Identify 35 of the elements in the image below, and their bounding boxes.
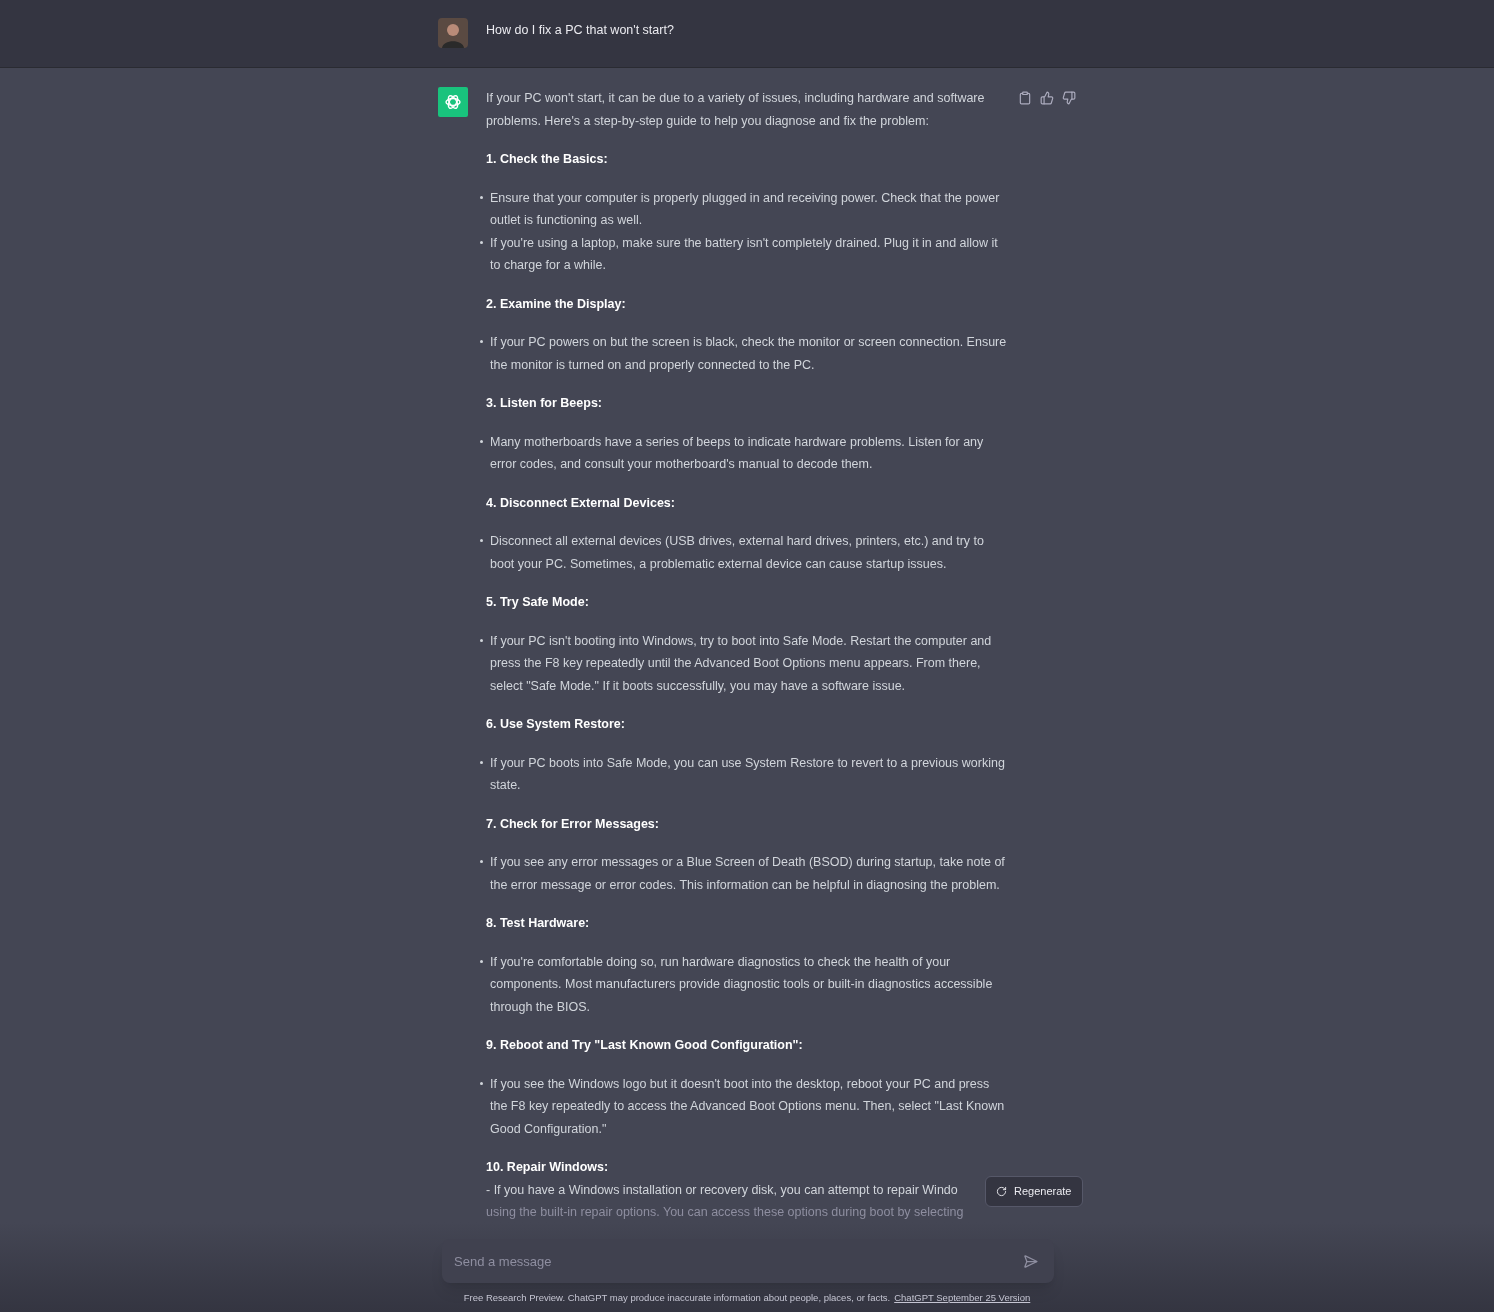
bullet-text: If you see any error messages or a Blue Screen of Death (BSOD) during startup, take note of the error message or error codes. This information can be helpful in diagnosing the problem. <box>490 854 1006 894</box>
section-heading: 5. Try Safe Mode: <box>486 594 590 611</box>
regenerate-button[interactable]: Regenerate <box>985 1176 1083 1207</box>
bullet-text: If your PC isn't booting into Windows, try to boot into Safe Mode. Restart the computer and press the F8 key repeatedly until the Advanced Boot Options menu appears. From there, select "Safe Mode." If it boots successfully, you may have a software issue. <box>490 632 993 695</box>
intro-paragraph: If your PC won't start, it can be due to a variety of issues, including hardware and software problems. Here's a step-by-step guide to help you diagnose and fix the problem: <box>486 90 986 130</box>
thumbs-up-icon[interactable] <box>1040 91 1054 105</box>
bullet-text: If you're comfortable doing so, run hardware diagnostics to check the health of your components. Most manufacturers provide diagnostic tools or built-in diagnostics accessible through the BIOS. <box>490 953 994 1016</box>
avatar-icon <box>438 18 468 48</box>
bullet-text: Disconnect all external devices (USB drives, external hard drives, printers, etc.) and try to boot your PC. Sometimes, a problematic external device can cause startup issues. <box>490 533 985 573</box>
section-heading: 8. Test Hardware: <box>486 915 591 932</box>
message-input[interactable]: Send a message <box>442 1239 1054 1283</box>
thumbs-down-icon[interactable] <box>1062 91 1076 105</box>
response-text-line: - If you have a Windows installation or recovery disk, you can attempt to repair Windo <box>486 1181 958 1199</box>
copy-icon[interactable] <box>1018 91 1032 105</box>
bullet-text: If you're using a laptop, make sure the battery isn't completely drained. Plug it in and allow it to charge for a while. <box>490 234 999 274</box>
disclaimer-text: Free Research Preview. ChatGPT may produce inaccurate information about people, places, or facts. <box>463 1291 891 1305</box>
section-heading: 7. Check for Error Messages: <box>486 815 660 833</box>
section-heading: 6. Use System Restore: <box>486 716 626 733</box>
section-heading: 1. Check the Basics: <box>486 151 609 168</box>
section-heading: 10. Repair Windows: <box>486 1159 610 1176</box>
bullet-text: Ensure that your computer is properly plugged in and receiving power. Check that the power outlet is functioning as well. <box>490 189 1001 229</box>
section-heading: 3. Listen for Beeps: <box>486 395 603 412</box>
section-heading: 2. Examine the Display: <box>486 295 627 313</box>
bullet-text: Many motherboards have a series of beeps to indicate hardware problems. Listen for any error codes, and consult your motherboard's manual to decode them. <box>490 433 985 473</box>
section-heading: 9. Reboot and Try "Last Known Good Configuration": <box>486 1037 804 1054</box>
section-heading: 4. Disconnect External Devices: <box>486 494 676 512</box>
version-link[interactable]: ChatGPT September 25 Version <box>894 1291 1031 1306</box>
assistant-logo-icon <box>438 87 468 117</box>
bullet-text: If your PC powers on but the screen is black, check the monitor or screen connection. Ensure the monitor is turned on and properly connected to the PC. <box>490 334 1008 374</box>
bullet-text: If your PC boots into Safe Mode, you can use System Restore to revert to a previous working state. <box>490 754 1006 794</box>
refresh-icon <box>996 1186 1007 1197</box>
user-message: How do I fix a PC that won't start? <box>486 22 674 39</box>
bullet-text: If you see the Windows logo but it doesn't boot into the desktop, reboot your PC and press the F8 key repeatedly to access the Advanced Boot Options menu. Then, select "Last Known Good Configuration." <box>490 1075 1006 1138</box>
send-icon[interactable] <box>1023 1254 1038 1269</box>
response-text-line: using the built-in repair options. You can access these options during boot by selecting <box>486 1204 964 1221</box>
